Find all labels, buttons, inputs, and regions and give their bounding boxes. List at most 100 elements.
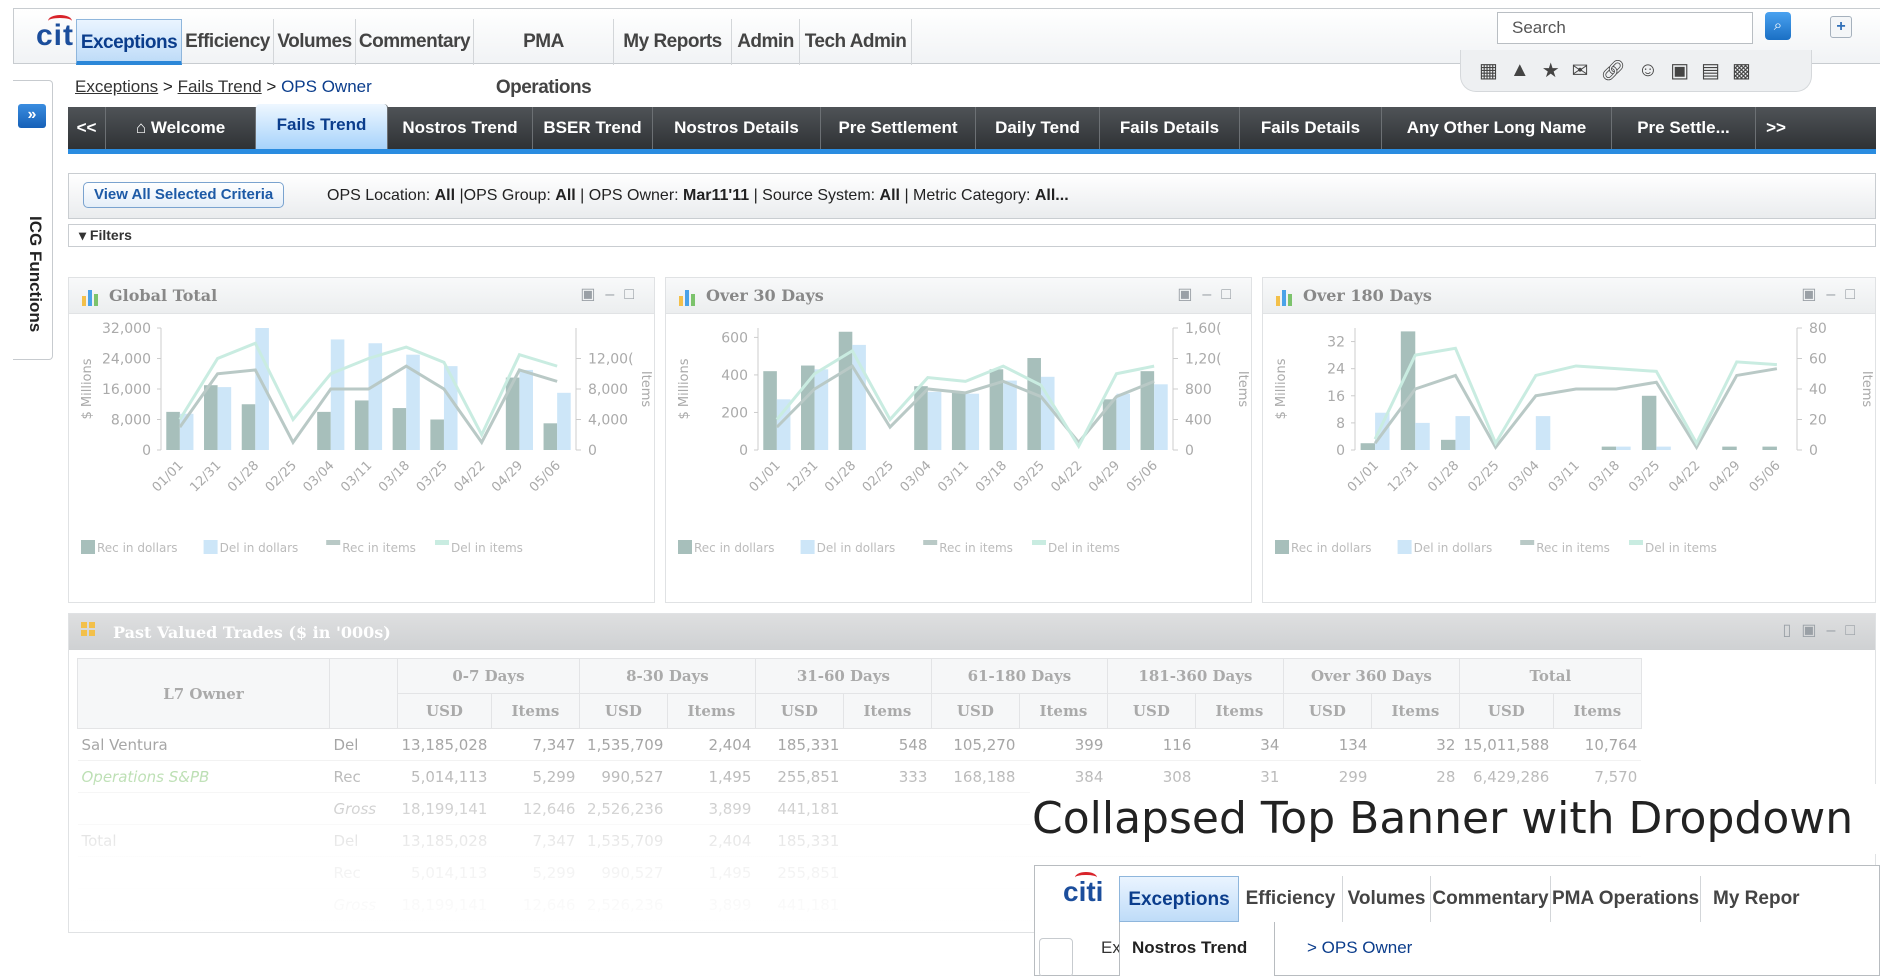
tab-fails-trend[interactable]: Fails Trend — [256, 104, 388, 149]
x-tick-label: 03/04 — [1506, 458, 1543, 495]
legend-label: Rec in dollars — [97, 541, 178, 555]
tab-any-other-long-name[interactable]: Any Other Long Name — [1382, 107, 1612, 149]
table-row[interactable]: Sal Ventura Del 13,185,028 7,347 1,535,709 2,… — [77, 728, 1642, 761]
nav-efficiency[interactable]: Efficiency — [1239, 876, 1343, 922]
tab-nostros-details[interactable]: Nostros Details — [653, 107, 821, 149]
users-icon[interactable]: ☺ — [1638, 59, 1658, 82]
table-cell: 12,646 — [491, 888, 580, 921]
table-cell: 34 — [1195, 728, 1284, 761]
grid-icon[interactable]: ▦ — [1479, 58, 1498, 83]
nav-exceptions[interactable]: Exceptions — [1119, 876, 1239, 922]
tab-nostros-trend[interactable]: Nostros Trend — [388, 107, 533, 149]
chart-panel-over-30-days: Over 30 Days ▣–□ 0 200 400 600 0 400 800 1,20(1… — [665, 277, 1252, 603]
x-tick-label: 03/18 — [973, 458, 1010, 495]
tab-daily-tend[interactable]: Daily Tend — [976, 107, 1100, 149]
save-as-icon[interactable]: ▤ — [1701, 58, 1720, 83]
nav-volumes[interactable]: Volumes — [274, 19, 356, 65]
search-input[interactable]: Search — [1497, 12, 1753, 44]
x-tick-label: 05/06 — [527, 458, 564, 495]
table-cell: 185,331 — [755, 824, 844, 857]
tab-welcome[interactable]: ⌂ Welcome — [106, 107, 256, 149]
chart-over-30-days: 0 200 400 600 0 400 800 1,20(1,60($ Millions Ite… — [677, 321, 1250, 555]
column-subheader: Items — [1018, 693, 1108, 729]
y2-tick-label: 0 — [588, 443, 597, 459]
nav-pma-operations[interactable]: PMA Operations — [474, 19, 614, 98]
bar-rec-dollars — [204, 385, 218, 450]
table-cell: 2,404 — [667, 824, 756, 857]
mail-icon[interactable]: ✉ — [1572, 58, 1589, 83]
search-icon[interactable]: ⌕ — [1765, 12, 1791, 40]
column-header: 31-60 Days — [754, 658, 932, 694]
nav-my-reports[interactable]: My Repor — [1701, 876, 1880, 922]
x-tick-label: 01/28 — [822, 458, 859, 495]
nav-my-reports[interactable]: My Reports — [614, 19, 732, 65]
tabs-prev-button[interactable]: << — [68, 107, 106, 149]
table-cell — [77, 792, 330, 825]
sidebar-label[interactable]: ICG Functions — [25, 216, 45, 332]
delete-icon[interactable]: ▩ — [1732, 58, 1751, 83]
expand-sidebar-button[interactable]: » — [18, 104, 46, 128]
dropdown-item-nostros-trend[interactable]: Nostros Trend — [1119, 922, 1275, 976]
column-header: 8-30 Days — [578, 658, 756, 694]
tab-pre-settle[interactable]: Pre Settle... — [1612, 107, 1756, 149]
bar-rec-dollars — [241, 404, 256, 450]
sidebar-tab[interactable] — [1039, 938, 1073, 976]
bar-del-dollars — [217, 387, 232, 450]
table-cell: 1,535,709 — [579, 824, 668, 857]
y2-tick-label: 800 — [1185, 382, 1212, 398]
column-subheader: USD — [1282, 693, 1372, 729]
nav-admin[interactable]: Admin — [732, 19, 800, 65]
panel-controls[interactable]: ▣–□ — [1801, 284, 1865, 304]
chart-over-180-days: 0 8 16 24 32 0 20 40 60 80 $ Millions Items 01/01 12/… — [1274, 321, 1874, 555]
panel-controls[interactable]: ▣–□ — [580, 284, 644, 304]
nav-commentary[interactable]: Commentary — [356, 19, 474, 65]
nav-tech-admin[interactable]: Tech Admin — [800, 19, 912, 65]
legend-label: Del in items — [1645, 541, 1717, 555]
column-subheader: USD — [397, 693, 492, 729]
table-cell: 255,851 — [755, 856, 844, 889]
table-cell: 441,181 — [755, 888, 844, 921]
column-subheader: Items — [1194, 693, 1284, 729]
legend-label: Rec in items — [939, 541, 1013, 555]
nav-exceptions[interactable]: Exceptions — [76, 19, 182, 65]
bar-rec-dollars — [1641, 395, 1657, 450]
column-header: 61-180 Days — [930, 658, 1108, 694]
table-title: Past Valued Trades ($ in '000s) — [113, 623, 391, 642]
panel-controls[interactable]: ▣–□ — [1177, 284, 1241, 304]
breadcrumb-link[interactable]: Fails Trend — [178, 77, 262, 96]
nav-efficiency[interactable]: Efficiency — [182, 19, 274, 65]
table-cell — [843, 856, 932, 889]
filters-toggle[interactable]: ▾ Filters — [68, 224, 1876, 247]
y-axis-label: $ Millions — [677, 358, 692, 419]
panel-controls[interactable]: ▯▣–□ — [1783, 620, 1865, 640]
tab-fails-details[interactable]: Fails Details — [1100, 107, 1240, 149]
table-cell: 18,199,141 — [397, 888, 492, 921]
table-cell: 2,526,236 — [579, 792, 668, 825]
table-cell: Operations S&PB — [77, 760, 330, 793]
report-tab-bar: << ⌂ Welcome Fails Trend Nostros Trend B… — [68, 104, 1876, 154]
legend-label: Rec in dollars — [1291, 541, 1372, 555]
add-icon[interactable]: + — [1830, 16, 1852, 38]
bar-del-dollars — [927, 391, 942, 450]
link-icon[interactable]: 🔗︎ — [1600, 58, 1625, 83]
star-icon[interactable]: ★ — [1542, 58, 1560, 83]
breadcrumb-link[interactable]: Exceptions — [75, 77, 158, 96]
save-icon[interactable]: ▣ — [1670, 58, 1689, 83]
tab-bser-trend[interactable]: BSER Trend — [533, 107, 653, 149]
breadcrumb-sep: > — [162, 77, 173, 96]
table-cell — [77, 856, 330, 889]
y2-axis-label: Items — [1859, 371, 1874, 408]
nav-commentary[interactable]: Commentary — [1431, 876, 1551, 922]
tabs-next-button[interactable]: >> — [1756, 107, 1796, 149]
tab-fails-details-2[interactable]: Fails Details — [1240, 107, 1382, 149]
warning-icon[interactable]: ▲ — [1510, 59, 1530, 82]
bar-del-dollars — [519, 369, 533, 450]
nav-pma-operations[interactable]: PMA Operations — [1551, 876, 1701, 922]
view-all-criteria-button[interactable]: View All Selected Criteria — [83, 182, 285, 208]
tool-strip: ▦ ▲ ★ ✉ 🔗︎ ☺ ▣ ▤ ▩ — [1460, 50, 1812, 92]
table-cell: Del — [329, 824, 398, 857]
chart-title: Over 30 Days — [706, 286, 824, 305]
nav-volumes[interactable]: Volumes — [1343, 876, 1431, 922]
tab-pre-settlement[interactable]: Pre Settlement — [821, 107, 976, 149]
citi-logo[interactable]: citi — [1063, 872, 1103, 908]
